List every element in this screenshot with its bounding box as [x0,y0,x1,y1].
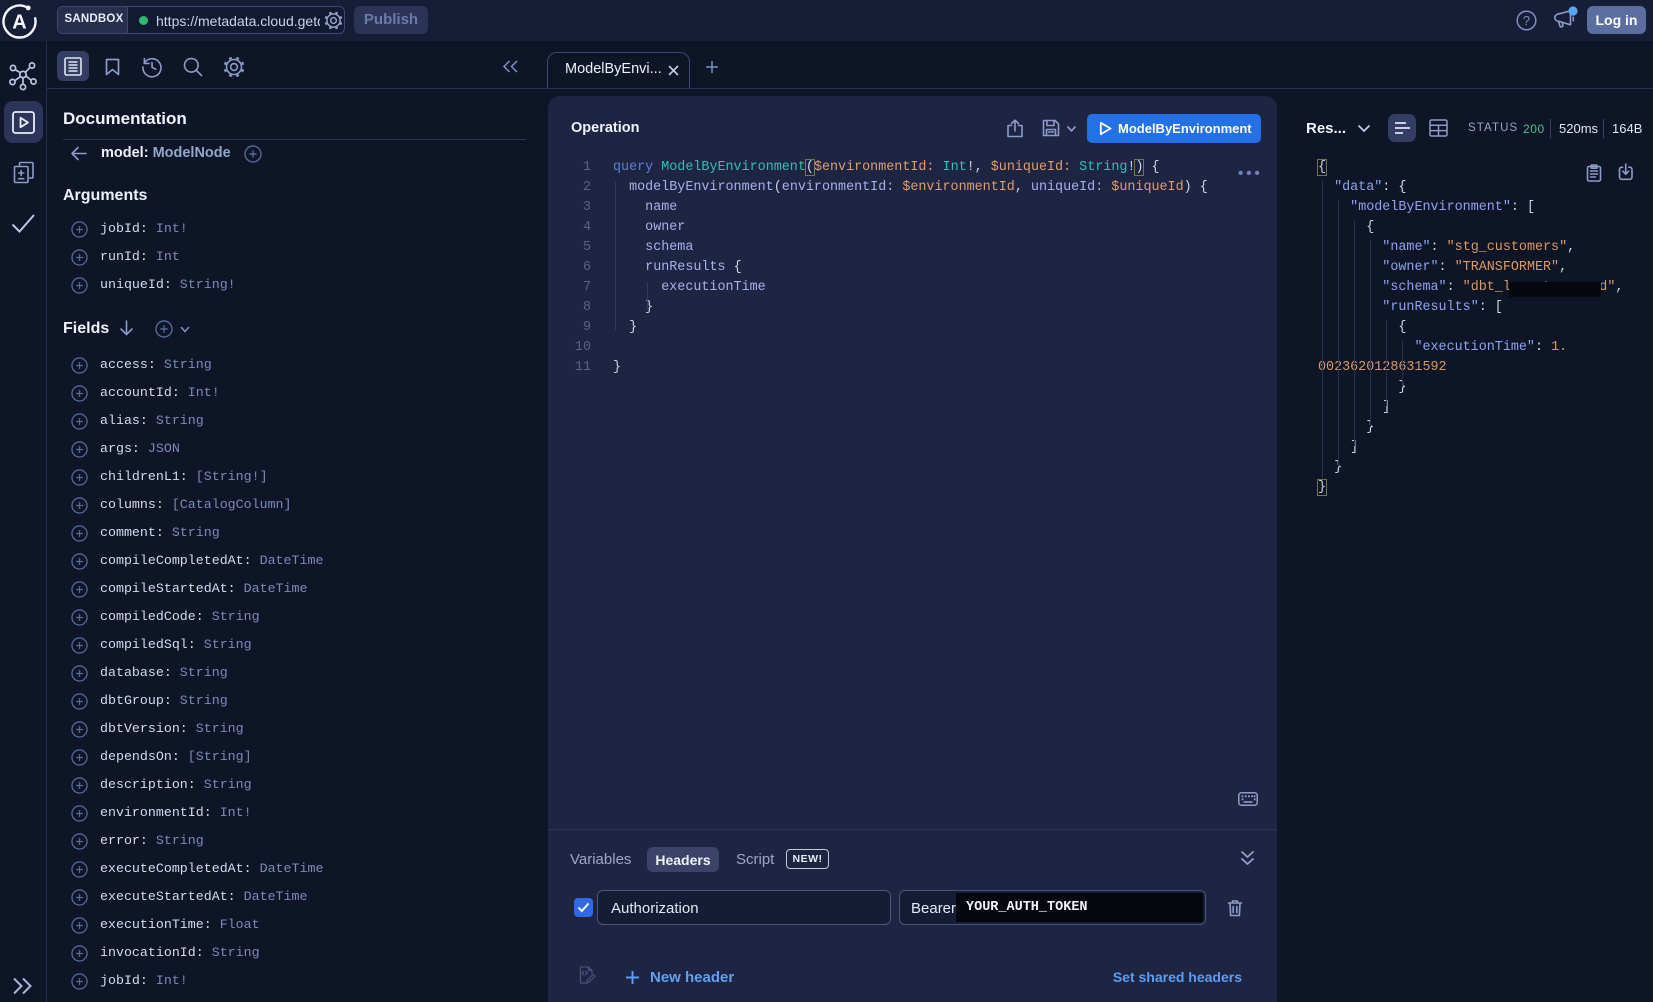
svg-text:?: ? [1523,13,1530,28]
svg-text:A: A [12,12,26,34]
